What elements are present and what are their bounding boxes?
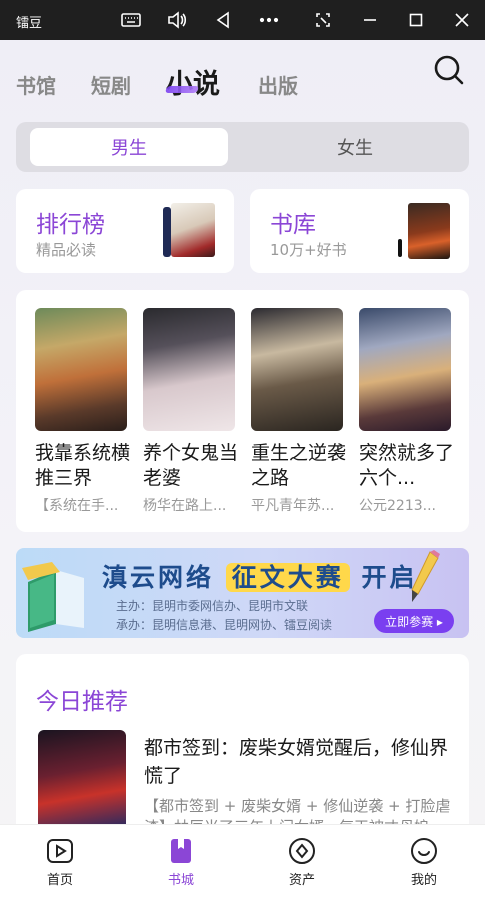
nav-bookstore-label: 书城 (167, 873, 194, 888)
app-content: 书馆 短剧 小说 出版 男生 女生 排行榜 精品必读 书库 10万+好书 我靠系… (0, 40, 485, 903)
banner-organizer: 承办：昆明信息港、昆明网协、镭豆阅读 (116, 618, 333, 632)
smile-icon (410, 837, 438, 865)
book-title: 突然就多了六个... (359, 442, 455, 489)
search-icon[interactable] (432, 53, 466, 87)
banner-title: 滇云网络 征文大赛 开启 (102, 558, 417, 594)
book-item[interactable]: 重生之逆袭之路 平凡青年苏... (251, 308, 346, 515)
recommend-heading: 今日推荐 (36, 689, 128, 715)
book-meta: 公元2213... (359, 498, 436, 514)
gender-female-option[interactable]: 女生 (256, 128, 454, 166)
book-title: 养个女鬼当老婆 (143, 442, 239, 489)
nav-home[interactable]: 首页 (20, 837, 100, 888)
play-icon (46, 837, 74, 865)
tab-publishing[interactable]: 出版 (258, 70, 298, 99)
ranking-subtitle: 精品必读 (36, 241, 97, 259)
nav-bookstore[interactable]: 书城 (141, 837, 221, 888)
bottom-nav: 首页 书城 资产 我的 (0, 824, 485, 903)
maximize-icon[interactable] (401, 6, 431, 34)
ranking-book-cover (171, 203, 215, 257)
book-item[interactable]: 养个女鬼当老婆 杨华在路上... (143, 308, 238, 515)
book-meta: 平凡青年苏... (251, 498, 335, 514)
book-cover (251, 308, 343, 431)
active-tab-indicator (164, 86, 200, 93)
book-title: 我靠系统横推三界 (35, 442, 131, 489)
pen-icon (411, 550, 440, 602)
minimize-icon[interactable] (355, 6, 385, 34)
nav-assets-label: 资产 (288, 873, 315, 888)
keyboard-icon[interactable] (116, 6, 146, 34)
banner-title-highlight: 征文大赛 (225, 563, 350, 592)
book-cover (143, 308, 235, 431)
book-illustration-icon (22, 562, 84, 632)
window-app-name: 镭豆 (16, 16, 43, 31)
banner-title-prefix: 滇云网络 (102, 563, 215, 592)
window-titlebar: 镭豆 (0, 0, 485, 40)
nav-profile-label: 我的 (410, 873, 437, 888)
back-icon[interactable] (208, 6, 238, 34)
ranking-book-spine (163, 207, 171, 257)
book-cover (359, 308, 451, 431)
gender-toggle: 男生 女生 (16, 122, 469, 172)
contest-banner[interactable]: 滇云网络 征文大赛 开启 主办：昆明市委网信办、昆明市文联 承办：昆明信息港、昆… (16, 548, 469, 638)
book-item[interactable]: 我靠系统横推三界 【系统在手... (35, 308, 130, 515)
nav-assets[interactable]: 资产 (262, 837, 342, 888)
nav-home-label: 首页 (46, 873, 73, 888)
close-icon[interactable] (447, 6, 477, 34)
book-meta: 【系统在手... (35, 498, 119, 514)
library-book-spine (398, 239, 402, 257)
book-title: 重生之逆袭之路 (251, 442, 347, 489)
library-card[interactable]: 书库 10万+好书 (250, 189, 469, 273)
ranking-title: 排行榜 (36, 212, 105, 238)
library-book-cover (408, 203, 450, 259)
more-icon[interactable] (254, 6, 284, 34)
gender-male-option[interactable]: 男生 (30, 128, 228, 166)
book-grid: 我靠系统横推三界 【系统在手... 养个女鬼当老婆 杨华在路上... 重生之逆袭… (16, 290, 469, 532)
ranking-card[interactable]: 排行榜 精品必读 (16, 189, 234, 273)
banner-host: 主办：昆明市委网信办、昆明市文联 (116, 599, 309, 613)
book-item[interactable]: 突然就多了六个... 公元2213... (359, 308, 454, 515)
volume-icon[interactable] (162, 6, 192, 34)
tab-short-drama[interactable]: 短剧 (91, 70, 131, 99)
book-cover (35, 308, 127, 431)
book-meta: 杨华在路上... (143, 498, 227, 514)
library-title: 书库 (270, 212, 316, 238)
recommend-book-title[interactable]: 都市签到：废柴女婿觉醒后，修仙界慌了 (144, 734, 456, 790)
diamond-icon (288, 837, 316, 865)
tab-bookstore[interactable]: 书馆 (16, 70, 56, 99)
library-subtitle: 10万+好书 (270, 241, 347, 259)
nav-profile[interactable]: 我的 (384, 837, 464, 888)
tab-novel[interactable]: 小说 (166, 62, 220, 101)
screenshot-icon[interactable] (308, 6, 338, 34)
bookmark-icon (167, 837, 195, 865)
join-contest-button[interactable]: 立即参赛 ▸ (374, 609, 454, 633)
